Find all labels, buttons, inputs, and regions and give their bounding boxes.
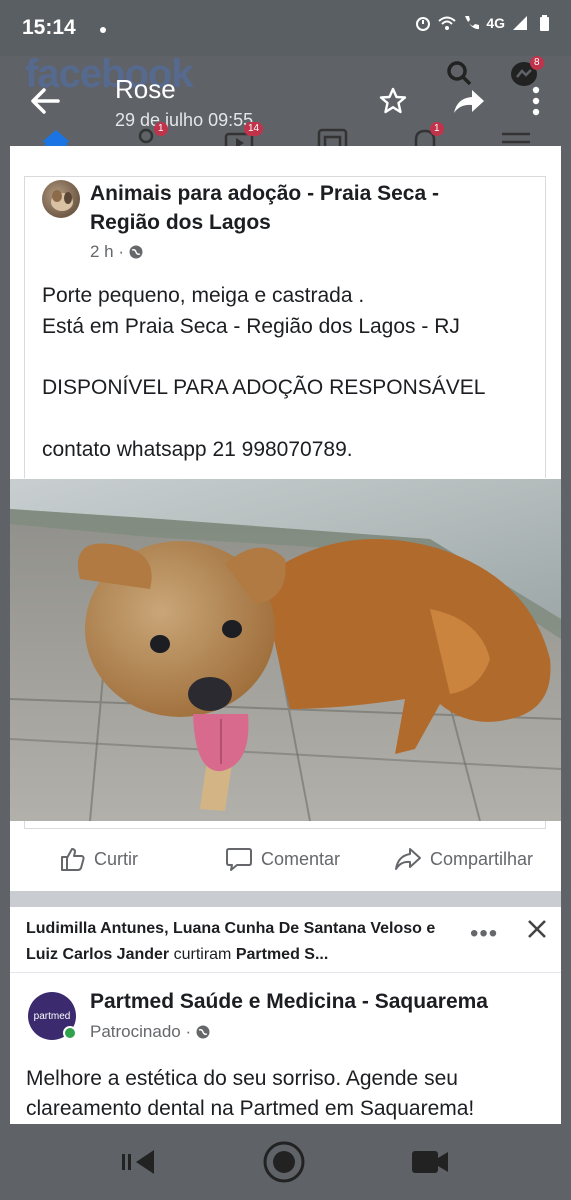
- share-icon: [395, 848, 421, 870]
- liked-by-line: Ludimilla Antunes, Luana Cunha De Santan…: [26, 920, 436, 963]
- battery-icon: [540, 15, 549, 31]
- system-nav-bar: [0, 1124, 571, 1200]
- status-icons: 4G: [414, 14, 553, 32]
- post-card-border: [24, 176, 546, 177]
- post-text-line: Está em Praia Seca - Região dos Lagos - …: [42, 315, 460, 338]
- online-status-dot: [63, 1026, 77, 1040]
- sponsored-label: Patrocinado ·: [90, 1022, 211, 1042]
- globe-icon: [129, 245, 143, 259]
- advertiser-name[interactable]: Partmed Saúde e Medicina - Saquarema: [90, 990, 488, 1014]
- shared-screenshot: Animais para adoção - Praia Seca - Regiã…: [10, 146, 561, 1124]
- post-meta: 2 h ·: [90, 242, 144, 262]
- recents-nav-icon[interactable]: [408, 1140, 452, 1184]
- messenger-badge: 8: [530, 56, 544, 70]
- call-icon: [465, 16, 480, 30]
- comment-button[interactable]: Comentar: [225, 846, 340, 872]
- dog-photo[interactable]: [10, 479, 561, 821]
- signal-icon: [513, 16, 527, 30]
- network-type: 4G: [486, 15, 505, 31]
- post-time: 2 h ·: [90, 242, 125, 261]
- close-icon[interactable]: [526, 918, 548, 940]
- feed-divider: [10, 891, 561, 907]
- friends-badge: 1: [154, 122, 168, 136]
- liked-page-name[interactable]: Partmed S...: [236, 946, 328, 963]
- status-time: 15:14: [22, 16, 76, 39]
- alarm-icon: [416, 17, 431, 31]
- wifi-icon: [438, 16, 456, 30]
- forward-icon[interactable]: [452, 86, 486, 116]
- thumbs-up-icon: [61, 848, 85, 871]
- like-button[interactable]: Curtir: [60, 846, 138, 872]
- comment-icon: [226, 848, 252, 871]
- post-text-line: DISPONÍVEL PARA ADOÇÃO RESPONSÁVEL: [42, 376, 486, 399]
- share-button[interactable]: Compartilhar: [394, 846, 533, 872]
- post-actions: Curtir Comentar Compartilhar: [10, 836, 561, 886]
- globe-icon: [196, 1025, 210, 1039]
- ad-text: Melhore a estética do seu sorriso. Agend…: [26, 1067, 475, 1120]
- status-bar: 15:14 4G: [0, 0, 571, 56]
- home-nav-icon[interactable]: [262, 1140, 306, 1184]
- group-name[interactable]: Animais para adoção - Praia Seca - Regiã…: [90, 179, 510, 237]
- viewer-title: Rose: [115, 74, 176, 104]
- notifications-badge: 1: [430, 122, 444, 136]
- post-text-line: Porte pequeno, meiga e castrada .: [42, 284, 365, 307]
- back-nav-icon[interactable]: [118, 1140, 162, 1184]
- more-options-icon[interactable]: [528, 84, 544, 118]
- post-text-line: contato whatsapp 21 998070789.: [42, 438, 353, 461]
- star-icon[interactable]: [378, 86, 408, 116]
- group-avatar: [42, 180, 80, 218]
- more-options-icon[interactable]: •••: [470, 920, 498, 948]
- back-arrow-icon[interactable]: [28, 84, 62, 118]
- notification-dot-icon: [100, 27, 106, 33]
- watch-badge: 14: [244, 122, 264, 136]
- search-icon: [447, 61, 472, 86]
